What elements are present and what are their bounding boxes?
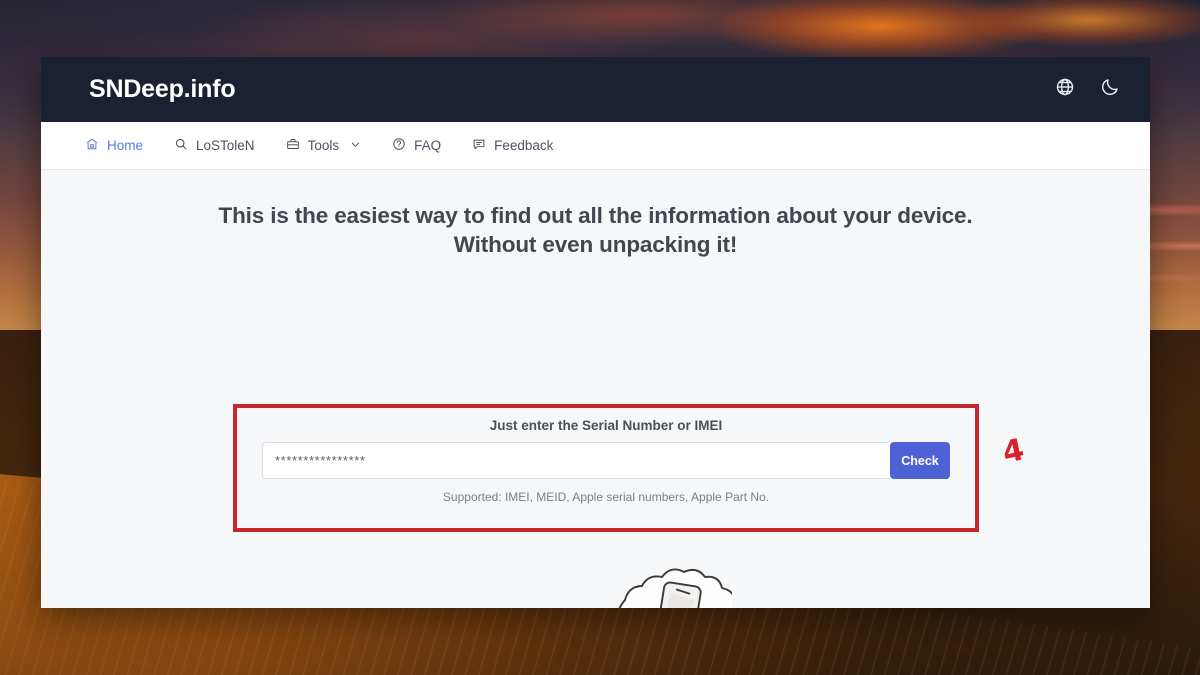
site-navigation: Home LoSToleN Tools FAQ Feedback <box>41 122 1150 170</box>
serial-number-input[interactable] <box>262 442 890 479</box>
nav-item-feedback[interactable]: Feedback <box>472 137 553 154</box>
search-icon <box>174 137 188 154</box>
nav-item-feedback-label: Feedback <box>494 138 554 153</box>
supported-formats-hint: Supported: IMEI, MEID, Apple serial numb… <box>442 490 770 504</box>
nav-item-home[interactable]: Home <box>85 137 143 154</box>
toolbox-icon <box>286 137 300 154</box>
headline-line-3: Without even unpacking it! <box>453 231 738 257</box>
page-headline: This is the easiest way to find out all … <box>41 170 1150 259</box>
nav-item-lostolen[interactable]: LoSToleN <box>174 137 255 154</box>
nav-item-lostolen-label: LoSToleN <box>196 138 255 153</box>
headline-line-1: This is the easiest way to find out all … <box>218 203 837 228</box>
nav-item-tools-label: Tools <box>307 138 340 153</box>
headline-line-2: your device. <box>843 203 973 228</box>
home-icon <box>85 137 99 154</box>
annotation-number-4: 4 <box>999 432 1028 471</box>
chevron-down-icon <box>350 138 361 153</box>
site-brand-logo[interactable]: SNDeep.info <box>89 75 236 104</box>
search-label: Just enter the Serial Number or IMEI <box>489 418 723 433</box>
header-icon-group <box>1055 77 1120 102</box>
comment-icon <box>472 137 486 154</box>
site-header: SNDeep.info <box>41 57 1150 122</box>
nav-item-faq-label: FAQ <box>414 138 442 153</box>
page-content: This is the easiest way to find out all … <box>41 170 1150 608</box>
desktop-background: SNDeep.info Home LoSToleN Tools FAQ Feed… <box>0 0 1200 675</box>
woman-thinking-about-phone-illustration <box>482 564 740 608</box>
nav-item-tools[interactable]: Tools <box>286 137 362 154</box>
check-button[interactable]: Check <box>890 442 950 479</box>
search-row: Check <box>262 442 950 479</box>
browser-window: SNDeep.info Home LoSToleN Tools FAQ Feed… <box>41 57 1150 608</box>
question-circle-icon <box>392 137 406 154</box>
language-globe-icon[interactable] <box>1055 77 1075 102</box>
dark-mode-moon-icon[interactable] <box>1100 77 1120 102</box>
nav-item-home-label: Home <box>107 138 144 153</box>
nav-item-faq[interactable]: FAQ <box>392 137 441 154</box>
serial-search-block: Just enter the Serial Number or IMEI Che… <box>233 404 979 532</box>
